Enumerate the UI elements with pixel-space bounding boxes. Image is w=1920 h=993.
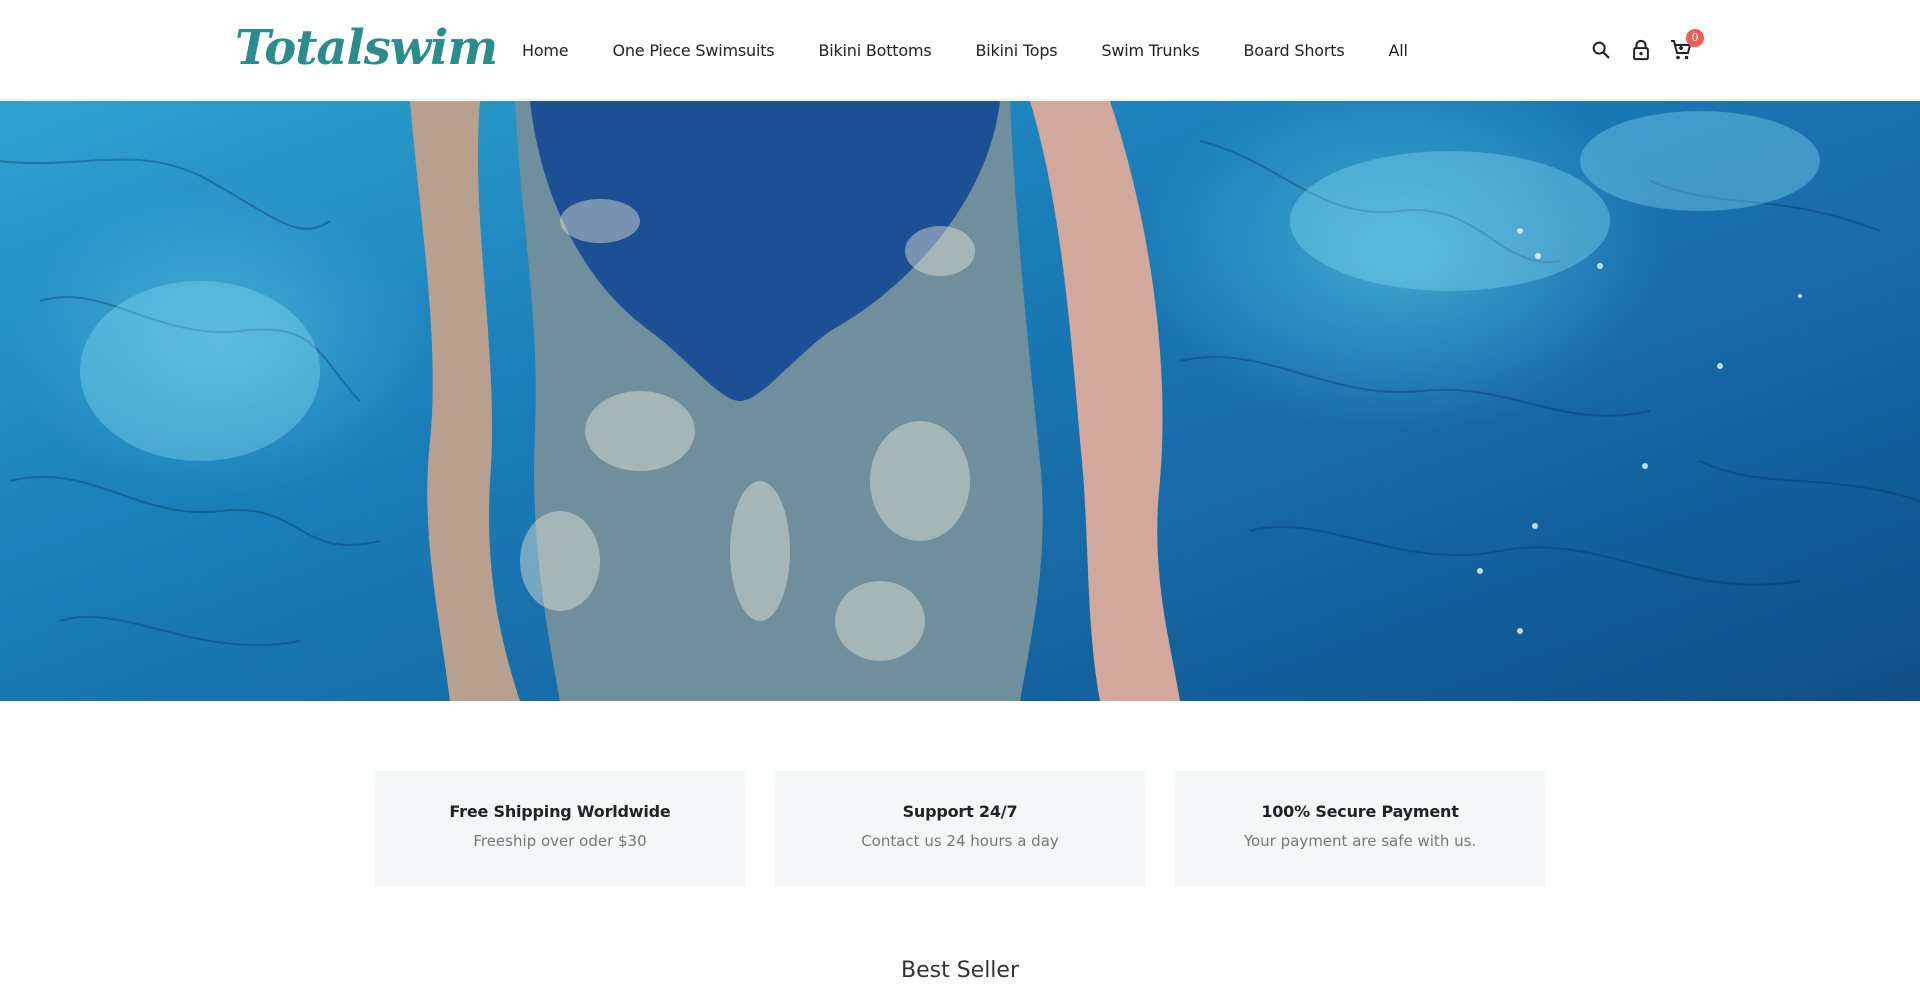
nav-item-bikini-bottoms[interactable]: Bikini Bottoms xyxy=(818,39,931,63)
cart-icon[interactable]: 0 xyxy=(1668,29,1704,63)
site-logo[interactable]: Totalswim xyxy=(235,18,498,78)
hero-image-swimmer xyxy=(0,101,1920,701)
feature-free-shipping: Free Shipping Worldwide Freeship over od… xyxy=(375,771,745,886)
feature-subtitle: Your payment are safe with us. xyxy=(1243,832,1477,850)
main-nav: Home One Piece Swimsuits Bikini Bottoms … xyxy=(522,39,1408,63)
nav-item-board-shorts[interactable]: Board Shorts xyxy=(1243,39,1344,63)
nav-item-one-piece-swimsuits[interactable]: One Piece Swimsuits xyxy=(612,39,774,63)
nav-item-home[interactable]: Home xyxy=(522,39,569,63)
feature-subtitle: Contact us 24 hours a day xyxy=(861,832,1059,850)
best-seller-heading: Best Seller xyxy=(900,958,1019,983)
feature-support: Support 24/7 Contact us 24 hours a day xyxy=(775,771,1145,886)
feature-secure-payment: 100% Secure Payment Your payment are saf… xyxy=(1175,771,1545,886)
nav-item-all[interactable]: All xyxy=(1388,39,1407,63)
nav-item-bikini-tops[interactable]: Bikini Tops xyxy=(975,39,1057,63)
feature-subtitle: Freeship over oder $30 xyxy=(473,832,647,850)
hero-illustration xyxy=(0,101,1920,701)
nav-item-swim-trunks[interactable]: Swim Trunks xyxy=(1101,39,1199,63)
feature-boxes: Free Shipping Worldwide Freeship over od… xyxy=(375,771,1545,886)
cart-count-badge: 0 xyxy=(1686,29,1704,47)
search-icon[interactable] xyxy=(1588,37,1614,63)
feature-title: Support 24/7 xyxy=(902,802,1018,821)
site-header: Totalswim Home One Piece Swimsuits Bikin… xyxy=(0,0,1920,100)
feature-title: 100% Secure Payment xyxy=(1261,802,1459,821)
header-actions: 0 xyxy=(1588,29,1704,66)
lock-icon[interactable] xyxy=(1628,37,1654,63)
feature-title: Free Shipping Worldwide xyxy=(449,802,671,821)
